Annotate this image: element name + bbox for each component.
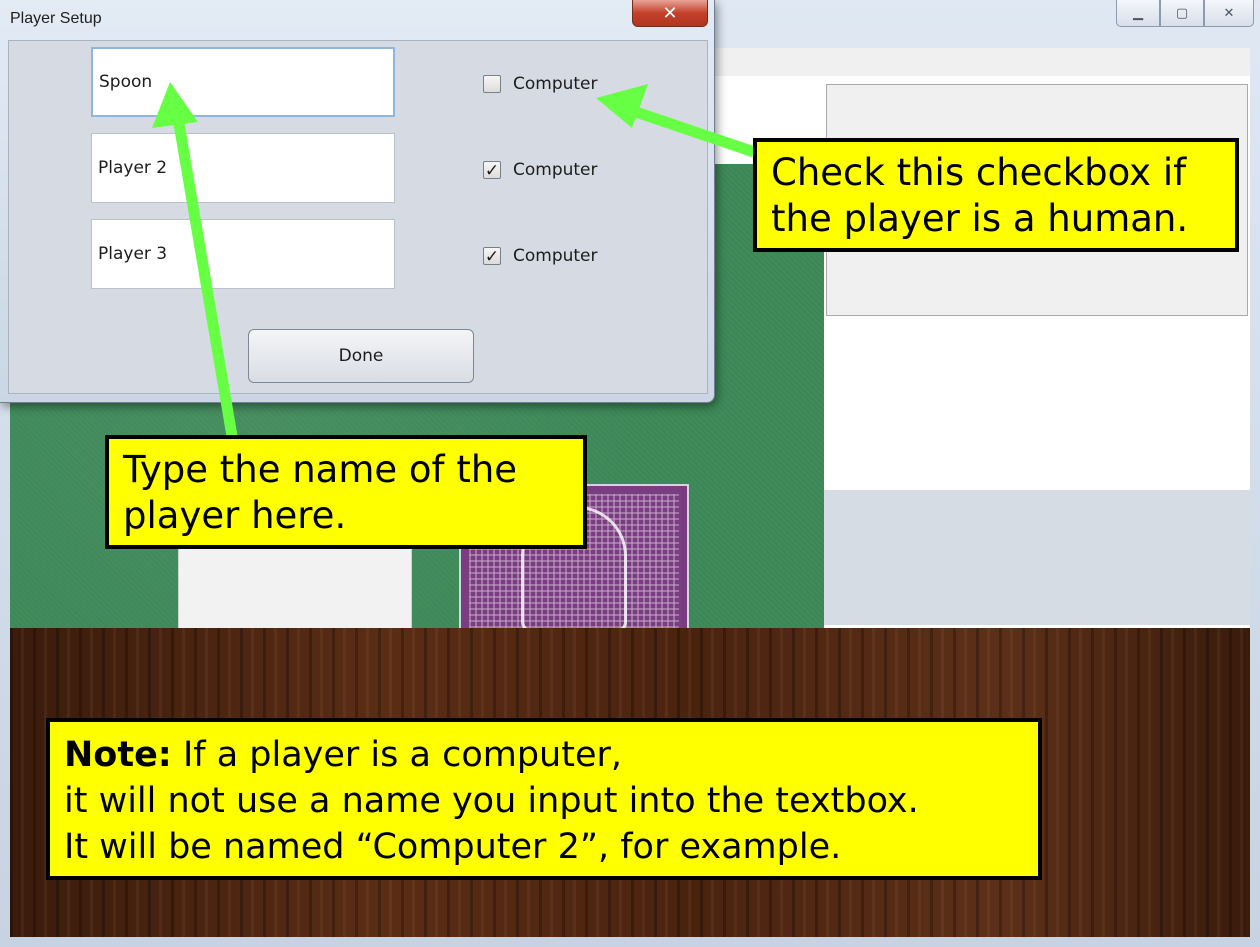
note-line1: Note: If a player is a computer, <box>64 732 1024 778</box>
dialog-close-button[interactable]: ✕ <box>632 0 708 27</box>
player-2-computer-row[interactable]: ✓ Computer <box>483 160 598 180</box>
note-line2: it will not use a name you input into th… <box>64 781 919 821</box>
name-callout-line1: Type the name of the <box>123 448 518 491</box>
player-3-computer-checkbox[interactable]: ✓ <box>483 247 501 265</box>
note-label: Note: <box>64 735 172 775</box>
minimize-icon[interactable]: ▁ <box>1116 0 1160 27</box>
player-1-name-input[interactable] <box>91 47 395 117</box>
player-1-computer-checkbox[interactable] <box>483 75 501 93</box>
player-3-name-input[interactable] <box>91 219 395 289</box>
checkbox-callout-line2: the player is a human. <box>771 197 1189 240</box>
window-controls: ▁ ▢ ✕ <box>1116 0 1254 27</box>
name-callout: Type the name of the player here. <box>105 435 587 549</box>
done-button[interactable]: Done <box>248 329 474 383</box>
player-2-computer-checkbox[interactable]: ✓ <box>483 161 501 179</box>
dialog-title: Player Setup <box>10 10 102 27</box>
maximize-icon[interactable]: ▢ <box>1160 0 1204 27</box>
player-3-computer-label: Computer <box>513 246 598 266</box>
checkbox-callout: Check this checkbox if the player is a h… <box>753 138 1239 252</box>
note-text1: If a player is a computer, <box>171 735 623 775</box>
player-2-name-input[interactable] <box>91 133 395 203</box>
player-setup-dialog: Player Setup ✕ Computer ✓ Computer ✓ Com… <box>0 0 715 403</box>
close-icon: ✕ <box>662 2 678 23</box>
checkbox-callout-line1: Check this checkbox if <box>771 151 1187 194</box>
dialog-body: Computer ✓ Computer ✓ Computer Done <box>8 40 708 394</box>
player-1-computer-label: Computer <box>513 74 598 94</box>
close-icon[interactable]: ✕ <box>1204 0 1254 27</box>
player-2-computer-label: Computer <box>513 160 598 180</box>
side-panel-lower <box>824 490 1250 625</box>
note-line3: It will be named “Computer 2”, for examp… <box>64 827 842 867</box>
name-callout-line2: player here. <box>123 494 347 537</box>
player-3-computer-row[interactable]: ✓ Computer <box>483 246 598 266</box>
player-1-computer-row[interactable]: Computer <box>483 74 598 94</box>
note-callout: Note: If a player is a computer, it will… <box>46 718 1042 880</box>
